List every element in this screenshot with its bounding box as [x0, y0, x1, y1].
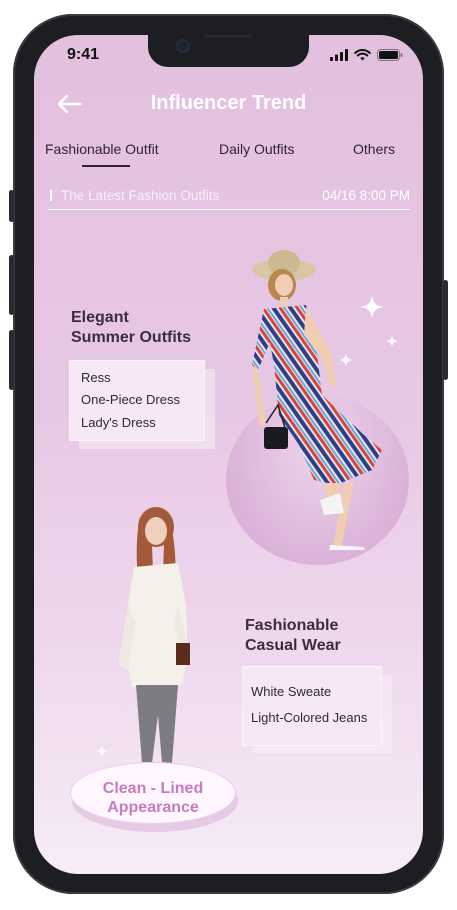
sparkle-icon [96, 745, 108, 757]
model-striped-dress-image [252, 250, 382, 550]
latest-outfits-bar: The Latest Fashion Outfits 04/16 8:00 PM [48, 183, 410, 210]
casual-title-line1: Fashionable [245, 617, 339, 634]
badge-line2: Appearance [107, 799, 199, 816]
model-white-sweater-image [118, 507, 192, 763]
summer-item[interactable]: Ress [81, 370, 111, 385]
summer-section-title: Elegant Summer Outfits [71, 308, 191, 348]
summer-outfit-card[interactable]: Ress One-Piece Dress Lady's Dress [69, 360, 205, 441]
battery-icon [377, 49, 403, 61]
casual-section-title: Fashionable Casual Wear [245, 616, 341, 656]
summer-title-line1: Elegant [71, 309, 129, 326]
status-icons [330, 49, 403, 61]
casual-item[interactable]: Light-Colored Jeans [251, 710, 367, 725]
clean-lined-badge[interactable]: Clean - Lined Appearance [70, 762, 236, 824]
status-bar: 9:41 [34, 35, 423, 75]
summer-title-line2: Summer Outfits [71, 329, 192, 346]
tab-bar: Fashionable Outfit Daily Outfits Others [34, 141, 423, 173]
casual-wear-card[interactable]: White Sweate Light-Colored Jeans [242, 666, 382, 746]
summer-item[interactable]: Lady's Dress [81, 415, 156, 430]
casual-item[interactable]: White Sweate [251, 684, 331, 699]
casual-title-line2: Casual Wear [245, 637, 341, 654]
mute-switch [9, 190, 14, 222]
latest-outfits-datetime: 04/16 8:00 PM [322, 188, 410, 203]
badge-text: Clean - Lined Appearance [70, 779, 236, 817]
volume-up-button [9, 255, 14, 315]
active-tab-indicator [82, 165, 130, 167]
tab-daily-outfits[interactable]: Daily Outfits [219, 141, 294, 157]
summer-item[interactable]: One-Piece Dress [81, 392, 180, 407]
subbar-accent-line [50, 190, 52, 201]
latest-outfits-label: The Latest Fashion Outfits [61, 188, 220, 203]
page-title: Influencer Trend [150, 92, 307, 114]
app-screen: 9:41 Influencer Trend Fashionable Outfit… [34, 35, 423, 874]
tab-others[interactable]: Others [353, 141, 395, 157]
wifi-icon [354, 49, 371, 61]
status-time: 9:41 [67, 46, 100, 63]
power-button [443, 280, 448, 380]
volume-down-button [9, 330, 14, 390]
badge-line1: Clean - Lined [102, 780, 204, 797]
cellular-signal-icon [330, 49, 348, 61]
app-header: Influencer Trend [34, 87, 423, 123]
tab-fashionable-outfit[interactable]: Fashionable Outfit [45, 141, 159, 157]
